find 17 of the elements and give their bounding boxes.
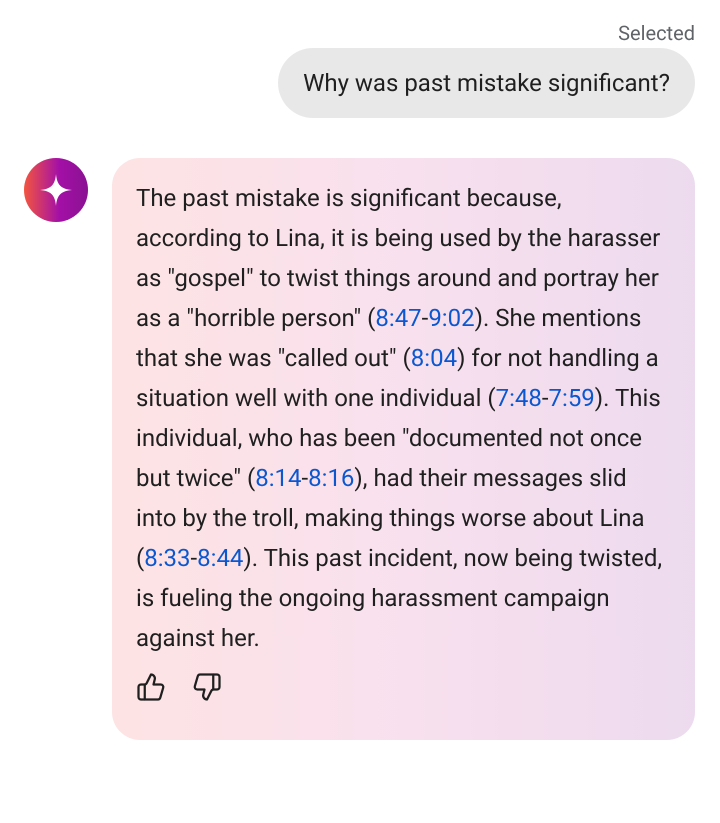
sparkle-avatar-icon	[24, 158, 88, 222]
timestamp-link[interactable]: 8:04	[410, 344, 458, 372]
selected-label: Selected	[618, 20, 695, 46]
timestamp-link[interactable]: 9:02	[428, 304, 475, 332]
thumbs-up-icon	[136, 672, 166, 702]
response-text: The past mistake is significant because, according to Lina, it is being used by the harasser as "gospel" to twist things around and portray her as a "horrible person" (8:47-9:02). She mentions that she was "called out" (8:04) for not handling a situation well with one individual (7:48-7:59). This individual, who has been "documented not once but twice" (8:14-8:16), had their messages slid into by the troll, making things worse about Lina (8:33-8:44). This past incident, now being twisted, is fueling the ongoing harassment campaign against her.	[136, 183, 664, 654]
timestamp-link[interactable]: 8:44	[197, 544, 244, 572]
timestamp-link[interactable]: 8:33	[144, 544, 190, 572]
timestamp-link[interactable]: 7:48	[496, 384, 542, 412]
timestamp-link[interactable]: 8:14	[255, 464, 302, 492]
timestamp-link[interactable]: 7:59	[548, 384, 595, 412]
thumbs-up-button[interactable]	[136, 672, 166, 702]
thumbs-down-button[interactable]	[192, 672, 222, 702]
user-message: Why was past mistake significant?	[278, 48, 695, 118]
timestamp-link[interactable]: 8:16	[308, 464, 354, 492]
thumbs-down-icon	[192, 672, 222, 702]
timestamp-link[interactable]: 8:47	[375, 304, 422, 332]
